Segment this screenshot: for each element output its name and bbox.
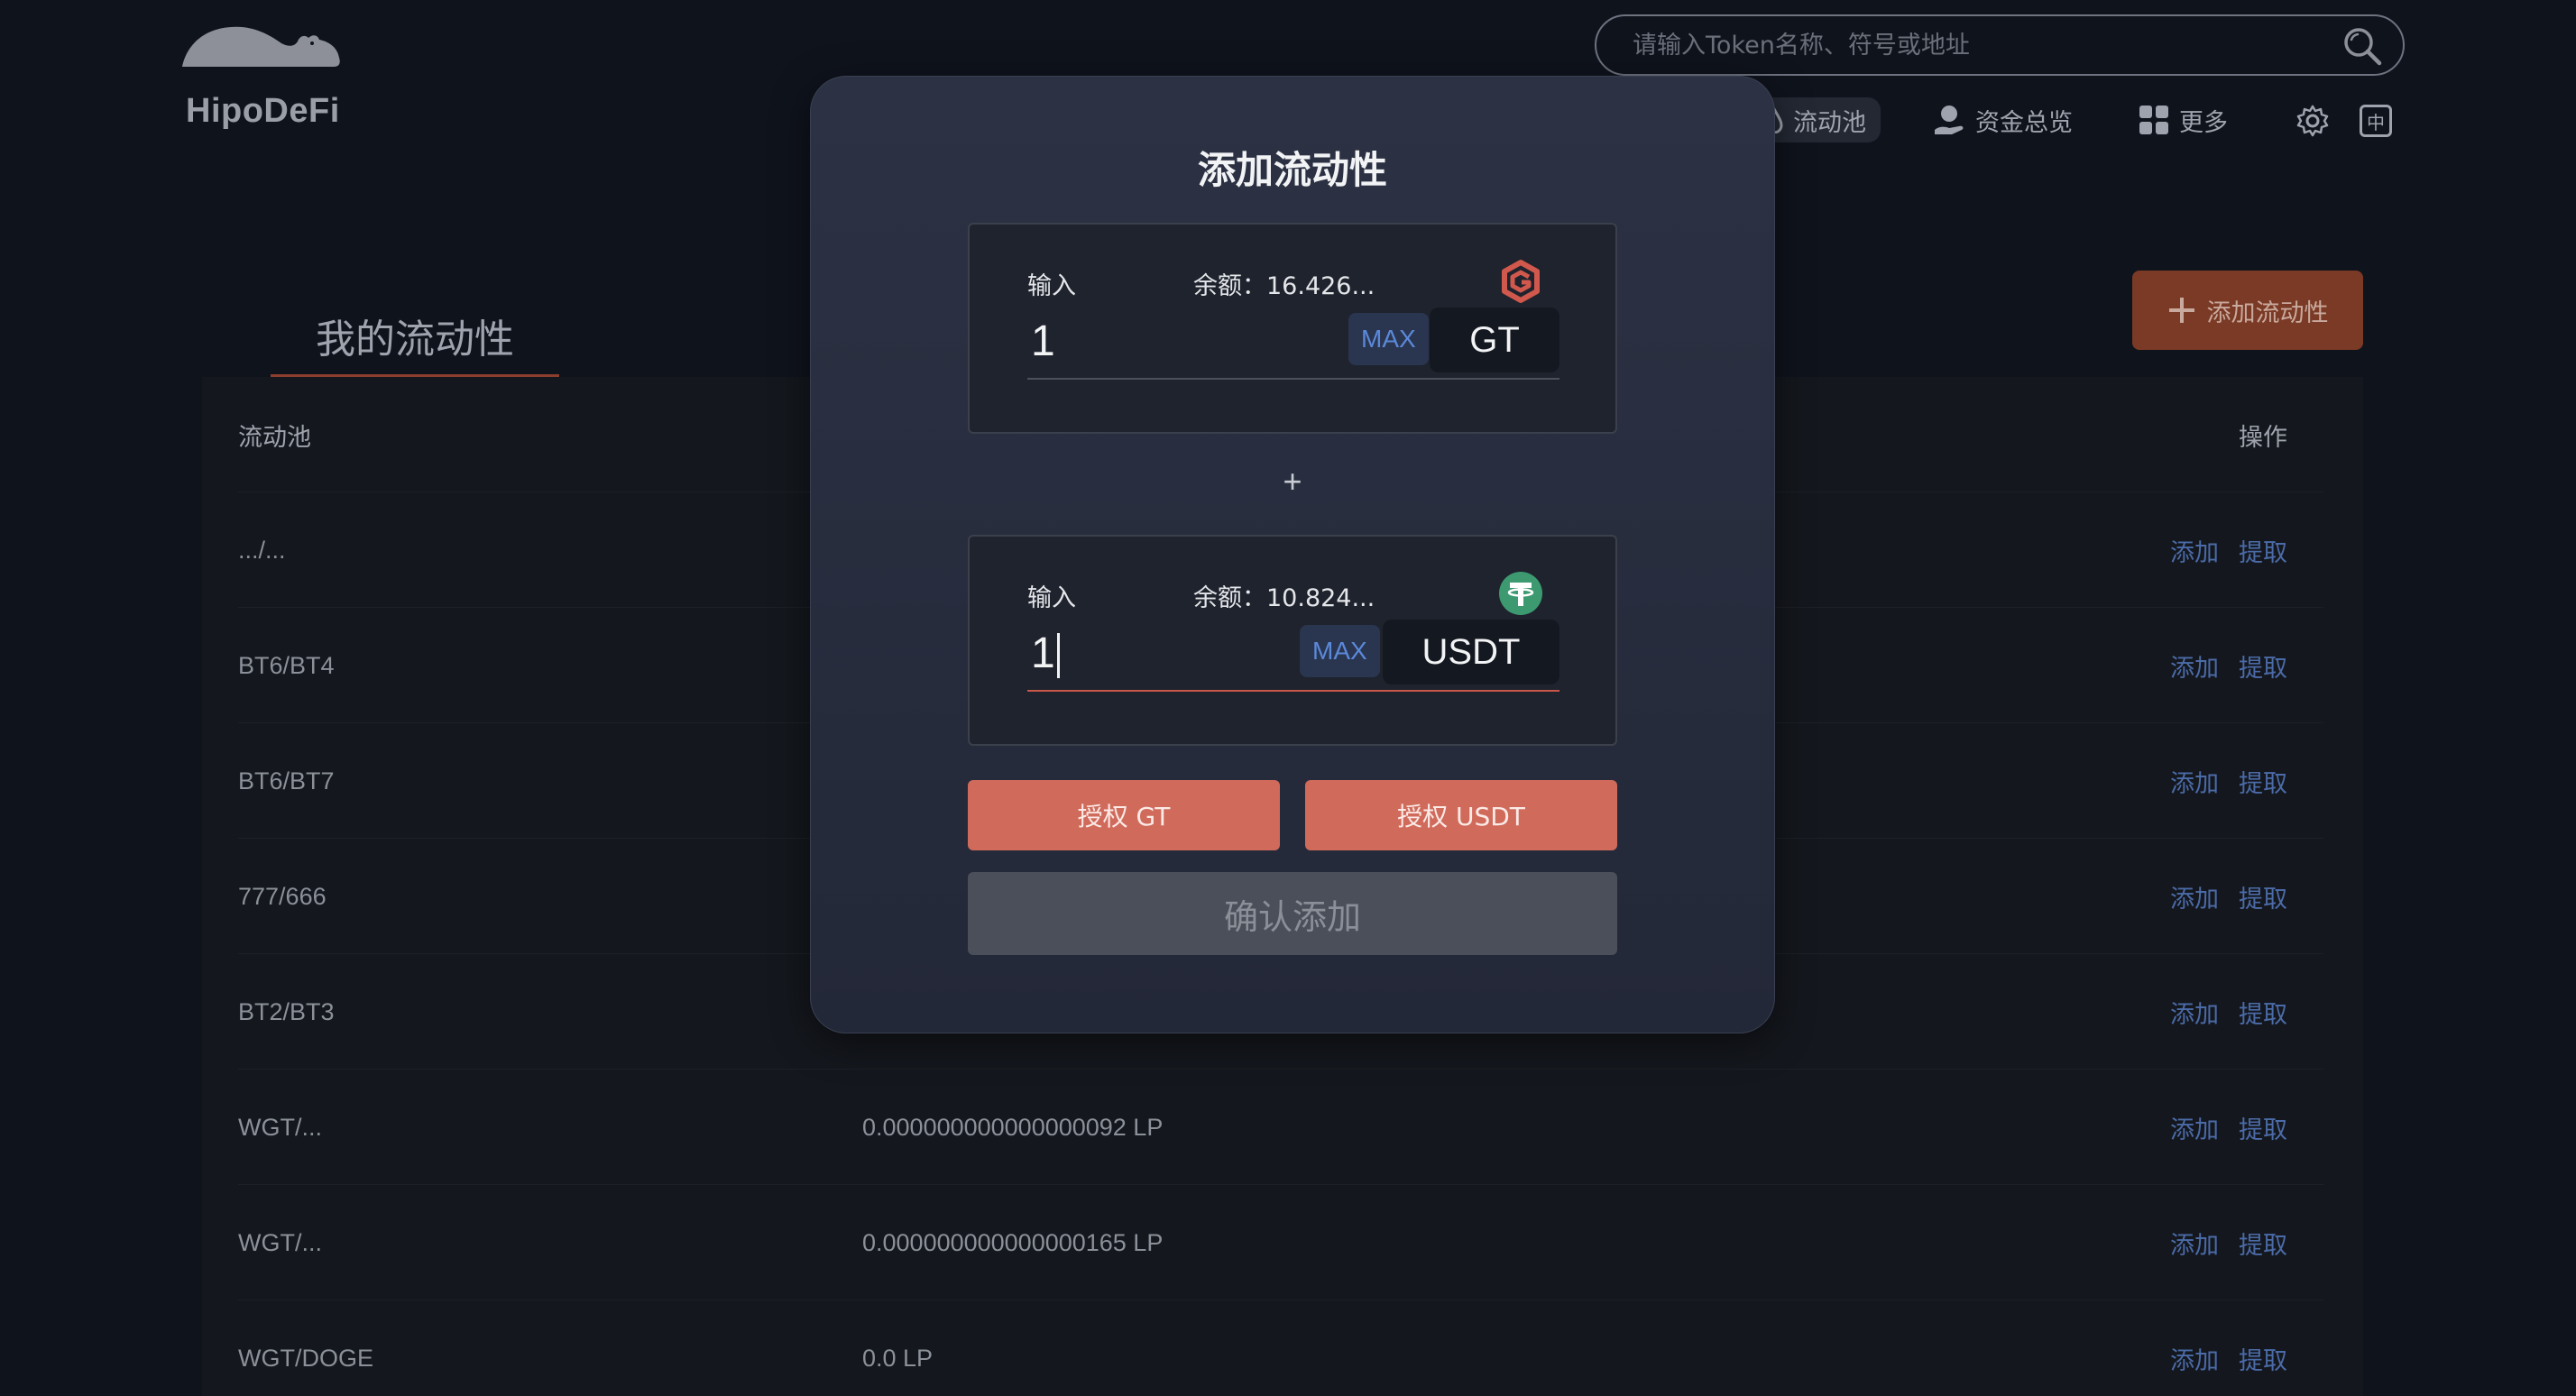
- gt-token-icon: [1502, 260, 1540, 303]
- table-row: WGT/... 0.000000000000000165 LP 添加 提取: [238, 1185, 2323, 1300]
- search-input[interactable]: [1633, 16, 2318, 74]
- row-withdraw-link[interactable]: 提取: [2239, 648, 2287, 684]
- row-withdraw-link[interactable]: 提取: [2239, 533, 2287, 568]
- row-pool: WGT/DOGE: [238, 1344, 373, 1372]
- row-withdraw-link[interactable]: 提取: [2239, 1226, 2287, 1261]
- row-liquidity: 0.000000000000000165 LP: [862, 1228, 1164, 1256]
- row-actions: 添加 提取: [2170, 1070, 2287, 1185]
- add-liquidity-modal: 添加流动性 输入 余额：16.426... 1 MAX GT + 输入 余额：1…: [810, 76, 1775, 1033]
- row-actions: 添加 提取: [2170, 1185, 2287, 1300]
- token-b-value-wrap[interactable]: 1: [1031, 629, 1060, 679]
- modal-title: 添加流动性: [1197, 148, 1387, 192]
- token-b-label: 输入: [1027, 584, 1076, 612]
- row-pool: .../...: [238, 536, 286, 564]
- hippo-logo-icon: [182, 26, 340, 67]
- nav-assets[interactable]: 资金总览: [1918, 97, 2087, 142]
- row-add-link[interactable]: 添加: [2170, 1110, 2219, 1145]
- token-b-input[interactable]: 1 MAX USDT: [1027, 620, 1559, 692]
- token-a-box: 输入 余额：16.426... 1 MAX GT: [968, 223, 1617, 434]
- token-a-value[interactable]: 1: [1031, 317, 1055, 366]
- row-actions: 添加 提取: [2170, 839, 2287, 954]
- nav-more-label: 更多: [2179, 108, 2228, 137]
- row-liquidity: 0.000000000000000092 LP: [862, 1113, 1164, 1141]
- token-a-balance: 余额：16.426...: [1193, 272, 1375, 300]
- table-row: WGT/... 0.000000000000000092 LP 添加 提取: [238, 1070, 2323, 1185]
- text-caret: [1056, 633, 1060, 679]
- row-add-link[interactable]: 添加: [2170, 995, 2219, 1030]
- row-liquidity: 0.0 LP: [862, 1344, 934, 1372]
- row-add-link[interactable]: 添加: [2170, 1226, 2219, 1261]
- approve-gt-button[interactable]: 授权 GT: [968, 780, 1280, 850]
- language-label: 中: [2360, 105, 2392, 137]
- token-b-value: 1: [1031, 629, 1055, 677]
- settings-button[interactable]: [2295, 103, 2331, 139]
- row-actions: 添加 提取: [2170, 954, 2287, 1070]
- usdt-token-icon: [1499, 572, 1542, 615]
- token-b-box: 输入 余额：10.824... 1 MAX USDT: [968, 535, 1617, 746]
- token-a-max-button[interactable]: MAX: [1348, 313, 1429, 365]
- search-box[interactable]: [1595, 14, 2405, 76]
- row-add-link[interactable]: 添加: [2170, 1341, 2219, 1376]
- row-pool: 777/666: [238, 882, 327, 910]
- row-add-link[interactable]: 添加: [2170, 533, 2219, 568]
- row-withdraw-link[interactable]: 提取: [2239, 1110, 2287, 1145]
- row-actions: 添加 提取: [2170, 723, 2287, 839]
- add-liquidity-label: 添加流动性: [2206, 298, 2329, 327]
- token-b-select[interactable]: USDT: [1383, 620, 1559, 684]
- header-pool: 流动池: [238, 423, 311, 452]
- row-actions: 添加 提取: [2170, 1300, 2287, 1396]
- tab-my-liquidity[interactable]: 我的流动性: [271, 298, 559, 377]
- nav-pool-label: 流动池: [1793, 108, 1866, 137]
- add-liquidity-button[interactable]: 添加流动性: [2132, 271, 2363, 350]
- approve-usdt-button[interactable]: 授权 USDT: [1305, 780, 1617, 850]
- row-pool: WGT/...: [238, 1113, 322, 1141]
- logo[interactable]: HipoDeFi: [180, 20, 343, 137]
- token-a-label: 输入: [1027, 272, 1076, 300]
- wallet-hand-icon: [1935, 106, 1964, 134]
- row-pool: BT6/BT4: [238, 651, 335, 679]
- token-a-input[interactable]: 1 MAX GT: [1027, 308, 1559, 380]
- plus-icon: [2168, 298, 2194, 323]
- row-actions: 添加 提取: [2170, 608, 2287, 723]
- tab-my-liquidity-label: 我的流动性: [316, 317, 514, 363]
- header-ops: 操作: [2239, 377, 2287, 492]
- row-pool: BT6/BT7: [238, 767, 335, 794]
- plus-sign: +: [1283, 463, 1302, 500]
- app-name: HipoDeFi: [186, 92, 340, 130]
- token-b-balance: 余额：10.824...: [1193, 584, 1375, 612]
- row-pool: WGT/...: [238, 1228, 322, 1256]
- nav-more[interactable]: 更多: [2123, 97, 2242, 142]
- gear-icon: [2296, 105, 2329, 137]
- grid-icon: [2139, 106, 2168, 134]
- row-withdraw-link[interactable]: 提取: [2239, 879, 2287, 914]
- search-icon[interactable]: [2341, 25, 2383, 67]
- language-button[interactable]: 中: [2358, 103, 2394, 139]
- row-add-link[interactable]: 添加: [2170, 648, 2219, 684]
- page: HipoDeFi 流动池 资金总览 更多: [0, 0, 2576, 1396]
- table-row: WGT/DOGE 0.0 LP 添加 提取: [238, 1300, 2323, 1396]
- row-add-link[interactable]: 添加: [2170, 764, 2219, 799]
- row-add-link[interactable]: 添加: [2170, 879, 2219, 914]
- token-a-select[interactable]: GT: [1430, 308, 1559, 372]
- nav-assets-label: 资金总览: [1975, 108, 2073, 137]
- row-withdraw-link[interactable]: 提取: [2239, 1341, 2287, 1376]
- row-actions: 添加 提取: [2170, 492, 2287, 608]
- header-ops-label: 操作: [2239, 423, 2287, 452]
- confirm-add-button[interactable]: 确认添加: [968, 872, 1617, 955]
- row-pool: BT2/BT3: [238, 997, 335, 1025]
- row-withdraw-link[interactable]: 提取: [2239, 764, 2287, 799]
- token-b-max-button[interactable]: MAX: [1300, 625, 1380, 677]
- row-withdraw-link[interactable]: 提取: [2239, 995, 2287, 1030]
